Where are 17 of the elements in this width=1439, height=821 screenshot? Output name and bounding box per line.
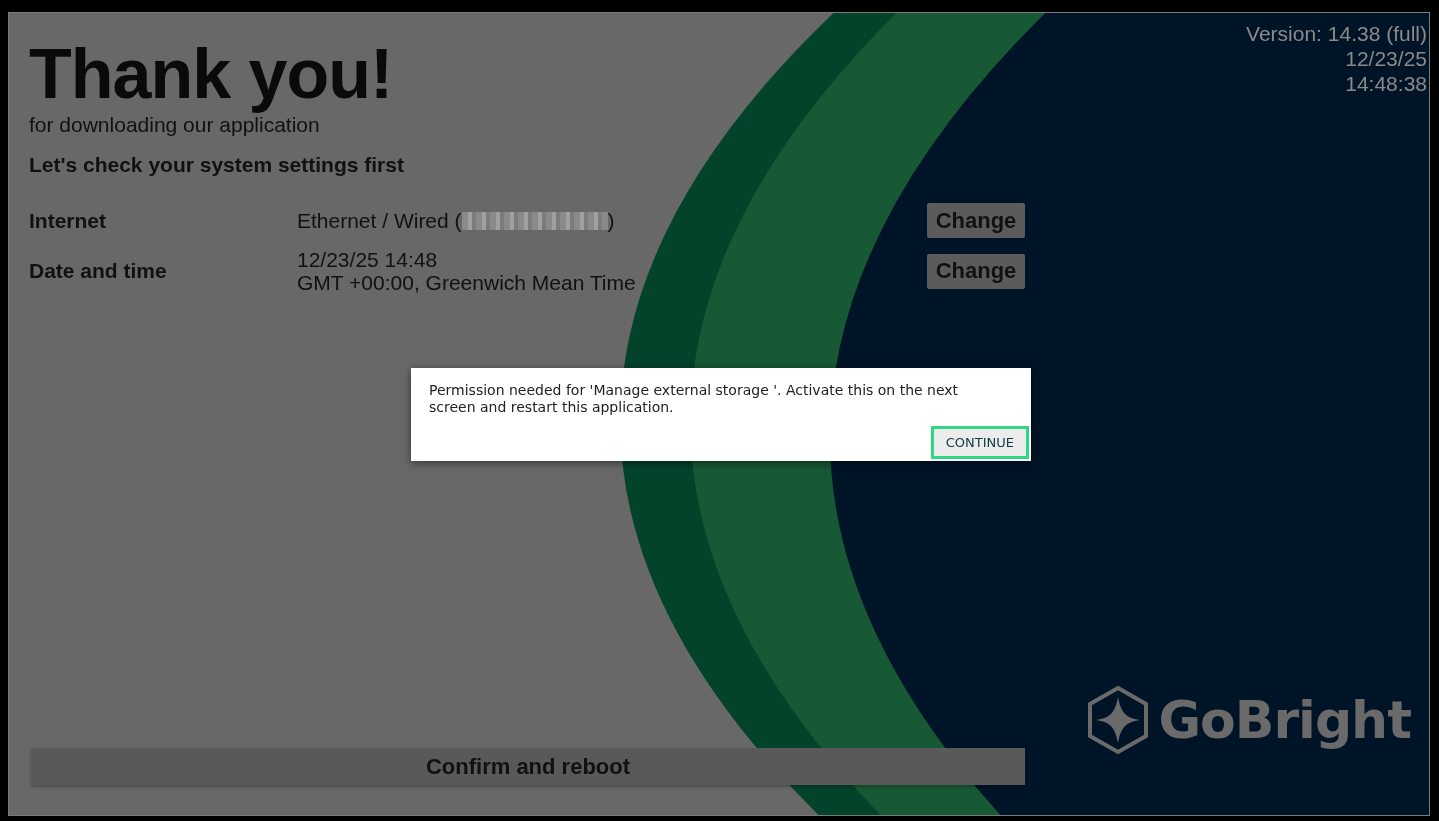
setting-value: Ethernet / Wired ( ) — [297, 208, 616, 233]
info-text: Version: 14.38 (full) — [1246, 21, 1427, 47]
setting-label: Internet — [29, 208, 107, 233]
dialog-message: Permission needed for 'Manage external storage '. Activate this on the next screen and restart this application. — [429, 382, 960, 416]
change-button[interactable]: Change — [927, 203, 1025, 238]
setting-value: 12/23/25 14:48 — [297, 248, 439, 272]
section-heading: Let's check your system settings first — [29, 153, 405, 177]
confirm-button[interactable]: Confirm and reboot — [31, 748, 1025, 785]
logo-text: GoBright — [1158, 690, 1411, 750]
info-text: 12/23/25 — [1345, 46, 1427, 72]
setting-value: GMT +00:00, Greenwich Mean Time — [297, 271, 637, 295]
info-text: 14:48:38 — [1345, 71, 1427, 97]
continue-button[interactable]: CONTINUE — [930, 425, 1029, 459]
change-button[interactable]: Change — [927, 253, 1025, 289]
setting-label: Date and time — [29, 259, 168, 284]
hexagon-star-logo-icon — [1086, 685, 1151, 755]
subtitle: for downloading our application — [29, 113, 321, 137]
